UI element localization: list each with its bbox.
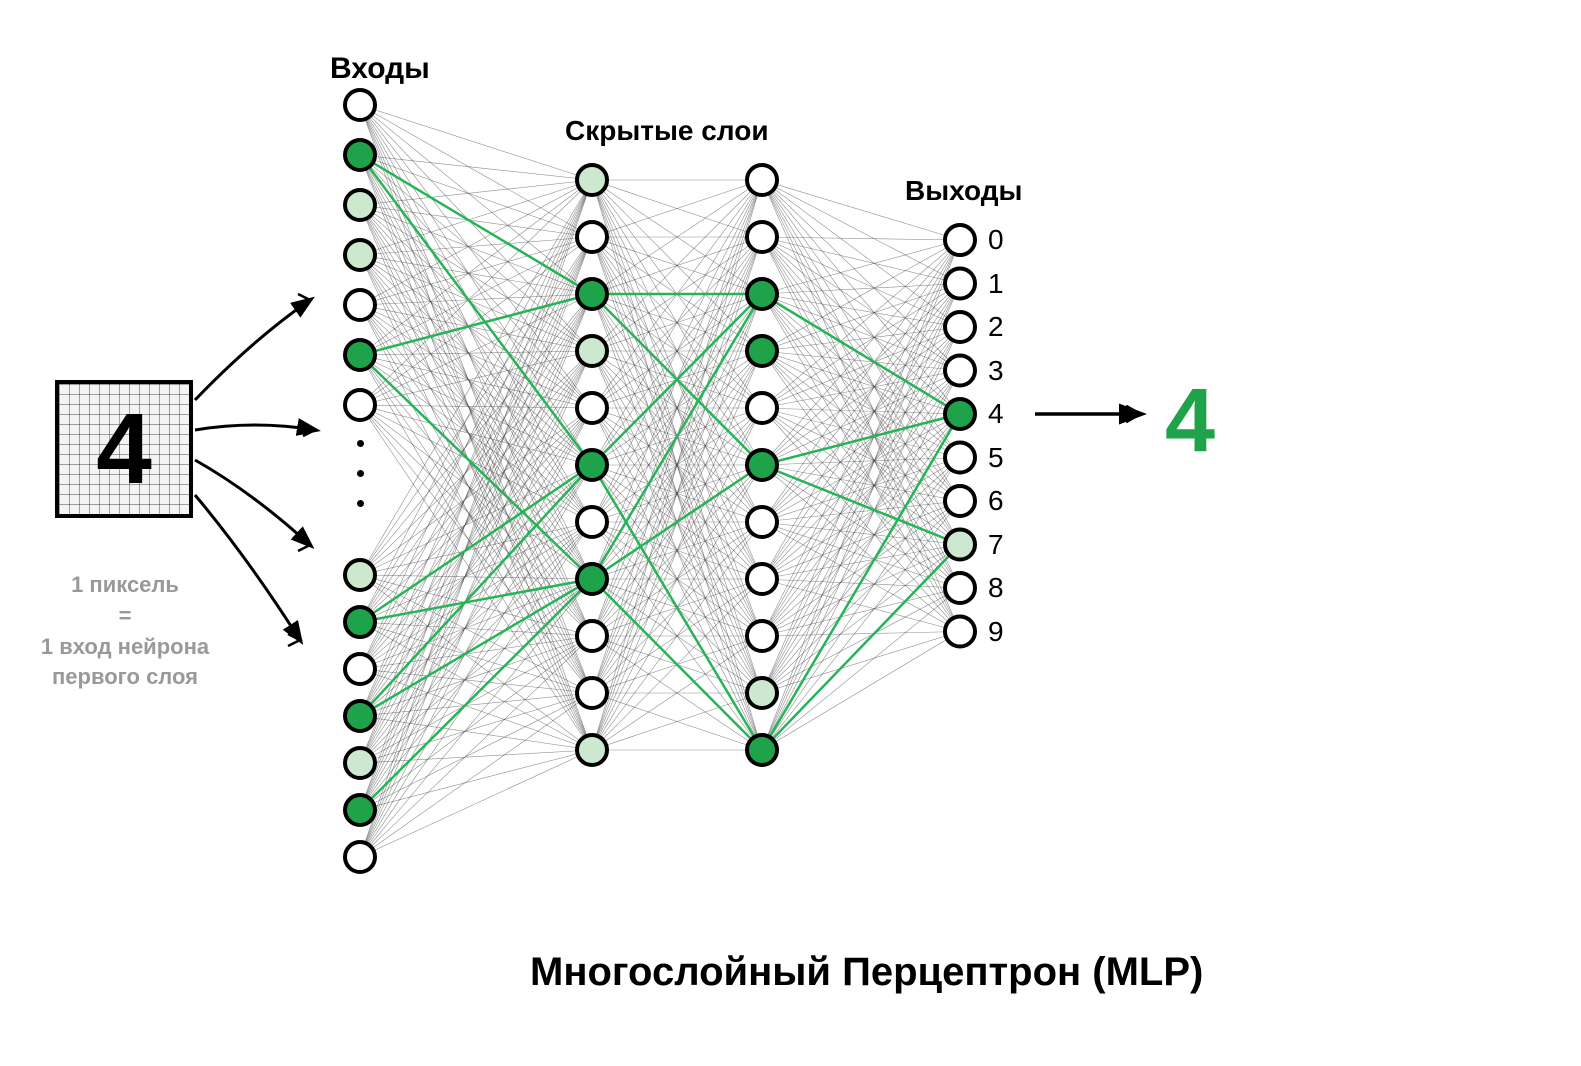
output-class-label: 9 (988, 616, 1004, 648)
network-diagram (0, 0, 1581, 1066)
output-class-label: 5 (988, 442, 1004, 474)
output-class-label: 7 (988, 529, 1004, 561)
output-class-label: 3 (988, 355, 1004, 387)
output-class-label: 2 (988, 311, 1004, 343)
output-class-label: 4 (988, 398, 1004, 430)
output-class-label: 1 (988, 268, 1004, 300)
output-class-label: 6 (988, 485, 1004, 517)
output-class-label: 0 (988, 224, 1004, 256)
output-class-label: 8 (988, 572, 1004, 604)
